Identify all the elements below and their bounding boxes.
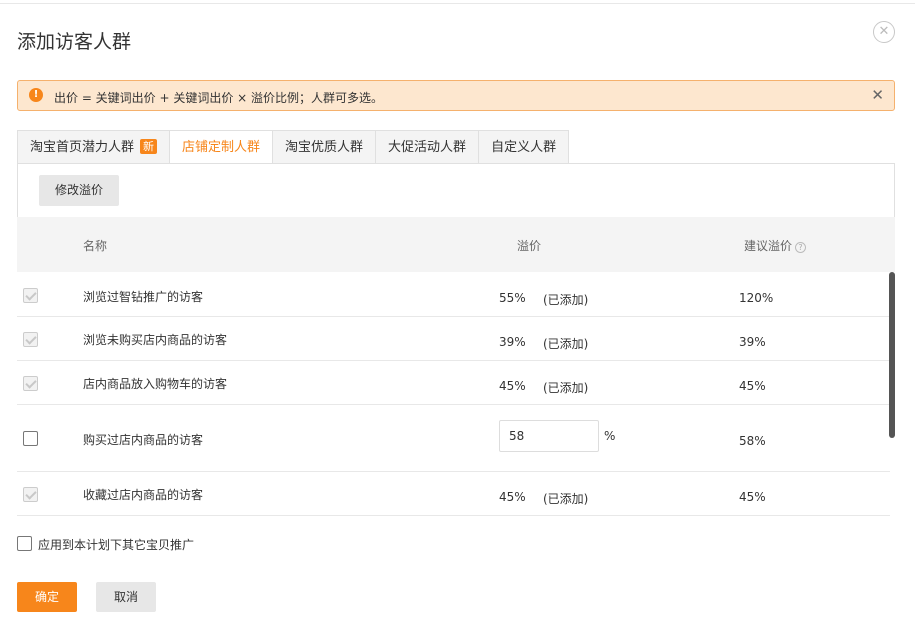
bid-unit: % <box>604 429 616 443</box>
new-badge: 新 <box>140 139 158 154</box>
row-checkbox <box>23 487 38 502</box>
alert-close-icon[interactable]: ✕ <box>871 86 884 104</box>
row-checkbox <box>23 288 38 303</box>
table-scrollbar[interactable] <box>889 272 895 438</box>
added-status: (已添加) <box>543 492 589 506</box>
tab-label: 店铺定制人群 <box>182 140 261 155</box>
alert-text: 出价 = 关键词出价 + 关键词出价 × 溢价比例；人群可多选。 <box>54 91 384 105</box>
suggested-value: 45% <box>739 490 766 504</box>
tab-label: 自定义人群 <box>491 140 557 155</box>
edit-premium-button[interactable]: 修改溢价 <box>39 175 119 206</box>
row-checkbox[interactable] <box>23 431 38 446</box>
tab-custom[interactable]: 自定义人群 <box>478 130 570 164</box>
info-alert: ! 出价 = 关键词出价 + 关键词出价 × 溢价比例；人群可多选。 ✕ <box>17 80 895 111</box>
dialog-title: 添加访客人群 <box>17 31 132 53</box>
audience-name: 浏览过智钻推广的访客 <box>83 290 204 304</box>
apply-all-checkbox[interactable] <box>17 536 32 551</box>
tab-taobao-home-potential[interactable]: 淘宝首页潜力人群新 <box>17 130 170 164</box>
bid-value: 45% <box>499 490 526 504</box>
bid-value: 39% <box>499 335 526 349</box>
audience-name: 浏览未购买店内商品的访客 <box>83 333 228 347</box>
audience-name: 店内商品放入购物车的访客 <box>83 377 228 391</box>
tab-panel: 修改溢价 <box>17 163 895 217</box>
suggested-value: 45% <box>739 379 766 393</box>
added-status: (已添加) <box>543 381 589 395</box>
row-checkbox <box>23 332 38 347</box>
bid-value: 45% <box>499 379 526 393</box>
tab-shop-custom[interactable]: 店铺定制人群 <box>169 130 273 165</box>
header-suggested-label: 建议溢价 <box>744 239 793 253</box>
suggested-value: 39% <box>739 335 766 349</box>
tab-label: 淘宝首页潜力人群 <box>30 140 135 155</box>
table-body: 浏览过智钻推广的访客 55% (已添加) 120% 浏览未购买店内商品的访客 3… <box>17 272 890 516</box>
added-status: (已添加) <box>543 337 589 351</box>
audience-name: 购买过店内商品的访客 <box>83 433 204 447</box>
table-row: 购买过店内商品的访客 % 58% <box>17 405 890 472</box>
tab-taobao-quality[interactable]: 淘宝优质人群 <box>272 130 376 164</box>
bid-value: 55% <box>499 291 526 305</box>
exclamation-icon: ! <box>29 88 43 102</box>
help-icon[interactable]: ? <box>795 242 807 253</box>
suggested-value: 58% <box>739 434 766 448</box>
audience-tabs: 淘宝首页潜力人群新 店铺定制人群 淘宝优质人群 大促活动人群 自定义人群 <box>17 130 570 165</box>
tab-label: 大促活动人群 <box>388 140 467 155</box>
cancel-button[interactable]: 取消 <box>96 582 156 612</box>
top-divider <box>0 3 915 4</box>
tab-label: 淘宝优质人群 <box>285 140 364 155</box>
table-row: 浏览未购买店内商品的访客 39% (已添加) 39% <box>17 317 890 361</box>
confirm-button[interactable]: 确定 <box>17 582 77 612</box>
table-row: 收藏过店内商品的访客 45% (已添加) 45% <box>17 472 890 516</box>
audience-name: 收藏过店内商品的访客 <box>83 488 204 502</box>
suggested-value: 120% <box>739 291 774 305</box>
table-row: 店内商品放入购物车的访客 45% (已添加) 45% <box>17 361 890 405</box>
bid-input[interactable] <box>499 420 599 452</box>
table-header: 名称 溢价 建议溢价? <box>17 217 895 272</box>
header-bid: 溢价 <box>517 239 542 253</box>
table-row: 浏览过智钻推广的访客 55% (已添加) 120% <box>17 272 890 317</box>
row-checkbox <box>23 376 38 391</box>
header-suggested: 建议溢价? <box>744 237 807 254</box>
header-name: 名称 <box>83 239 108 253</box>
added-status: (已添加) <box>543 293 589 307</box>
tab-promotion-event[interactable]: 大促活动人群 <box>375 130 479 164</box>
apply-all-label: 应用到本计划下其它宝贝推广 <box>38 538 195 552</box>
close-icon[interactable]: ✕ <box>873 21 895 43</box>
